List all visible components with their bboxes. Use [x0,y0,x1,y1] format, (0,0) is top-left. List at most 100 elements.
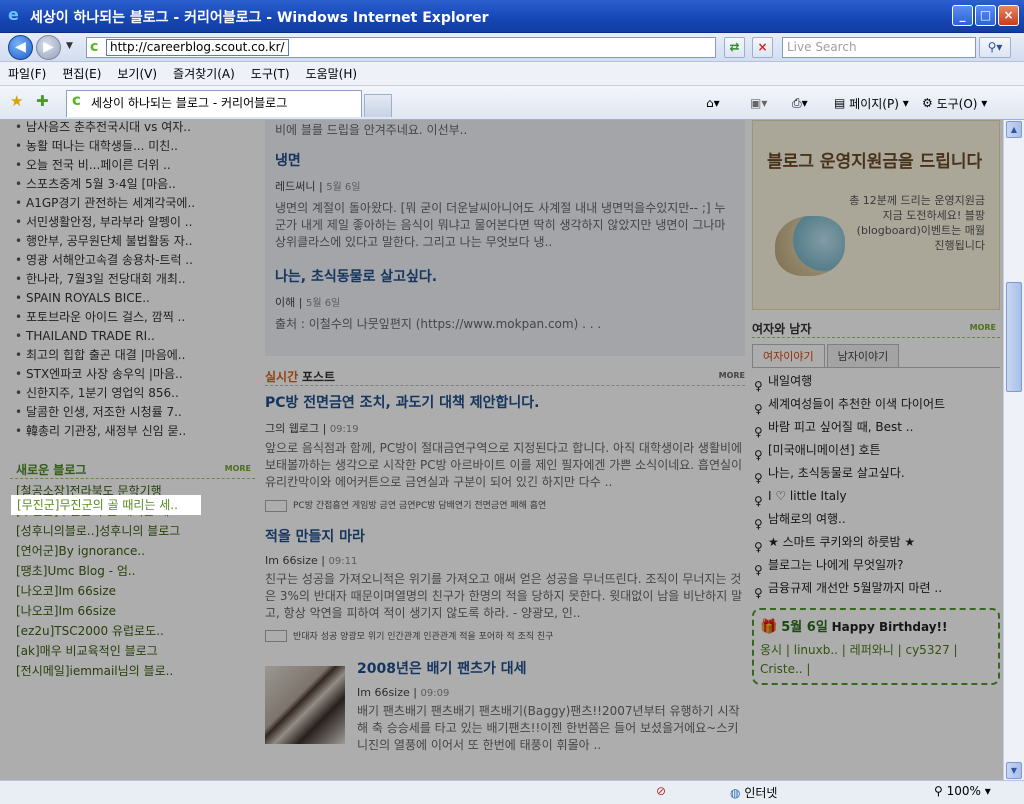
more-link[interactable]: MORE [225,464,251,473]
list-item[interactable]: 스포츠중계 5월 3·4일 [마음.. [10,175,255,194]
left-column: 남사음즈 춘추전국시대 vs 여자.. 농활 떠나는 대학생들... 미친.. … [10,120,255,681]
list-item[interactable]: [연어군]By ignorance.. [10,541,255,561]
zoom-control[interactable]: ⚲ 100% ▾ [934,784,991,798]
list-item[interactable]: STX엔파코 사장 송우익 |마음.. [10,365,255,384]
list-item[interactable]: 신한지주, 1분기 영업익 856.. [10,384,255,403]
maximize-button[interactable]: □ [975,5,996,26]
list-item[interactable]: ♀ 바람 피고 싶어질 때, Best .. [752,416,1000,439]
list-item[interactable]: ♀ 세계여성들이 추천한 이색 다이어트 [752,393,1000,416]
banner[interactable]: 블로그 운영지원금을 드립니다 총 12분께 드리는 운영지원금 지금 도전하세… [752,120,1000,310]
privacy-icon[interactable]: ⊘ [656,784,666,798]
list-item[interactable]: ♀ ★ 스마트 쿠키와의 하룻밤 ★ [752,531,1000,554]
list-item[interactable]: THAILAND TRADE RI.. [10,327,255,346]
list-item[interactable]: 영광 서해안고속결 송용차-트럭 .. [10,251,255,270]
history-dropdown-icon[interactable]: ▼ [66,41,73,51]
list-item[interactable]: 농활 떠나는 대학생들... 미친.. [10,137,255,156]
post-author[interactable]: 이해 [275,296,295,309]
list-item[interactable]: ♀ [미국애니메이션] 호튼 [752,439,1000,462]
page-menu[interactable]: ▤ 페이지(P) ▾ [834,86,909,120]
menu-edit[interactable]: 편집(E) [62,65,101,82]
add-favorite-icon[interactable]: ✚ [36,92,49,110]
menu-tools[interactable]: 도구(T) [251,65,290,82]
print-icon[interactable]: ⎙▾ [792,86,808,120]
address-bar[interactable]: c http://careerblog.scout.co.kr/ [86,37,716,58]
stop-button[interactable]: × [752,37,773,58]
more-link[interactable]: MORE [970,323,996,332]
scroll-down-icon[interactable]: ▼ [1006,762,1022,779]
minimize-button[interactable]: _ [952,5,973,26]
tab-men-stories[interactable]: 남자이야기 [826,344,900,367]
menu-file[interactable]: 파일(F) [8,65,46,82]
favorites-star-icon[interactable]: ★ [10,92,23,110]
close-button[interactable]: × [998,5,1019,26]
more-link[interactable]: MORE [719,371,745,380]
list-item[interactable]: 한나라, 7월3일 전당대회 개최.. [10,270,255,289]
list-item[interactable]: [ak]매우 비교육적인 블로그 [10,641,255,661]
list-item[interactable]: 韓총리 기관장, 새정부 신임 묻.. [10,422,255,441]
post-author[interactable]: 레드써니 [275,180,315,193]
list-item[interactable]: 서민생활안정, 부라부라 알펭이 .. [10,213,255,232]
back-button[interactable]: ◀ [8,35,33,60]
post-title[interactable]: 적을 만들지 마라 [265,526,745,546]
list-item[interactable]: [나오코]Im 66size [10,601,255,621]
list-item[interactable]: ♀ 내일여행 [752,370,1000,393]
list-item[interactable]: ♀ 금융규제 개선안 5월말까지 마련 .. [752,577,1000,600]
list-item[interactable]: 행안부, 공무원단체 불법활동 자.. [10,232,255,251]
refresh-button[interactable]: ⇄ [724,37,745,58]
post-thumbnail[interactable] [265,666,345,744]
url-text[interactable]: http://careerblog.scout.co.kr/ [106,39,289,56]
search-icon[interactable]: ⚲▾ [979,37,1011,58]
list-item[interactable]: 최고의 힙합 출곤 대결 |마음에.. [10,346,255,365]
list-item[interactable]: ♀ 남해로의 여행.. [752,508,1000,531]
search-input[interactable]: Live Search [782,37,976,58]
birthday-names[interactable]: 옹시 | linuxb.. | 레퍼와니 | cy5327 | Criste..… [760,641,992,679]
birthday-date: 5월 6일 [781,620,828,635]
post-title[interactable]: 나는, 초식동물로 살고싶다. [275,266,735,286]
forward-button[interactable]: ▶ [36,35,61,60]
list-item[interactable]: [나오코]Im 66size [10,581,255,601]
list-item[interactable]: [땡초]Umc Blog - 엄.. [10,561,255,581]
scroll-up-icon[interactable]: ▲ [1006,121,1022,138]
list-item[interactable]: A1GP경기 관전하는 세계각국에.. [10,194,255,213]
page-icon: ▤ [834,96,846,110]
list-item[interactable]: 달콤한 인생, 저조한 시청률 7.. [10,403,255,422]
scroll-thumb[interactable] [1006,282,1022,392]
list-item[interactable]: 남사음즈 춘추전국시대 vs 여자.. [10,120,255,137]
highlighted-blog-link[interactable]: [무진군]무진군의 골 때리는 세.. [11,495,201,515]
list-item[interactable]: ♀ 나는, 초식동물로 살고싶다. [752,462,1000,485]
post-intro: 비에 블를 드립을 안겨주네요. 이선부.. [275,123,468,137]
post-tags-text[interactable]: 반대자 성공 양광모 위기 인간관계 인관관계 적을 포어하 적 조직 친구 [293,632,553,642]
menu-help[interactable]: 도움말(H) [306,65,358,82]
globe-icon: ◍ [730,786,741,800]
post-author[interactable]: Im 66size [265,554,318,567]
story-list: ♀ 내일여행 ♀ 세계여성들이 추천한 이색 다이어트 ♀ 바람 피고 싶어질 때, … [752,370,1000,600]
list-item[interactable]: [전시메일]iemmail님의 블로.. [10,661,255,681]
list-item[interactable]: ♀ 블로그는 나에게 무엇일까? [752,554,1000,577]
tab-women-stories[interactable]: 여자이야기 [752,344,825,367]
menu-view[interactable]: 보기(V) [117,65,157,82]
feeds-icon[interactable]: ▣▾ [750,86,767,120]
post-author[interactable]: 그의 웹로그 [265,422,319,435]
post-meta: Im 66size | 09:11 [265,553,358,567]
post-title[interactable]: PC방 전면금연 조치, 과도기 대책 제안합니다. [265,392,745,412]
list-item[interactable]: [성후니의블로..]성후니의 블로그 [10,521,255,541]
post-author[interactable]: Im 66size [357,686,410,699]
new-tab-button[interactable] [364,94,392,117]
home-icon[interactable]: ⌂▾ [706,86,720,120]
list-item[interactable]: 포토브라운 아이드 걸스, 깜찍 .. [10,308,255,327]
list-item[interactable]: SPAIN ROYALS BICE.. [10,289,255,308]
post-title[interactable]: 2008년은 배기 팬츠가 대세 [357,658,741,678]
vertical-scrollbar[interactable]: ▲ ▼ [1003,120,1024,780]
person-icon: ♀ [754,586,763,600]
menu-favorites[interactable]: 즐겨찾기(A) [173,65,235,82]
browser-tab[interactable]: c 세상이 하나되는 블로그 - 커리어블로그 [66,90,362,117]
tools-menu[interactable]: ⚙ 도구(O) ▾ [922,86,987,120]
post-body: 배기 팬츠배기 팬츠배기 팬츠배기(Baggy)팬츠!!2007년부터 유행하기… [357,704,740,752]
post-tags-text[interactable]: PC방 간접흡연 게임방 금연 금연PC방 담배연기 전면금연 폐해 흡연 [293,501,546,511]
list-item[interactable]: ♀ I ♡ little Italy [752,485,1000,508]
menu-bar: 파일(F) 편집(E) 보기(V) 즐겨찾기(A) 도구(T) 도움말(H) [0,62,1024,86]
list-item[interactable]: [ez2u]TSC2000 유럽로도.. [10,621,255,641]
list-item[interactable]: 오늘 전국 비...페이른 더위 .. [10,156,255,175]
post-title[interactable]: 냉면 [275,150,735,170]
zone-indicator: ◍ 인터넷 [730,784,777,801]
